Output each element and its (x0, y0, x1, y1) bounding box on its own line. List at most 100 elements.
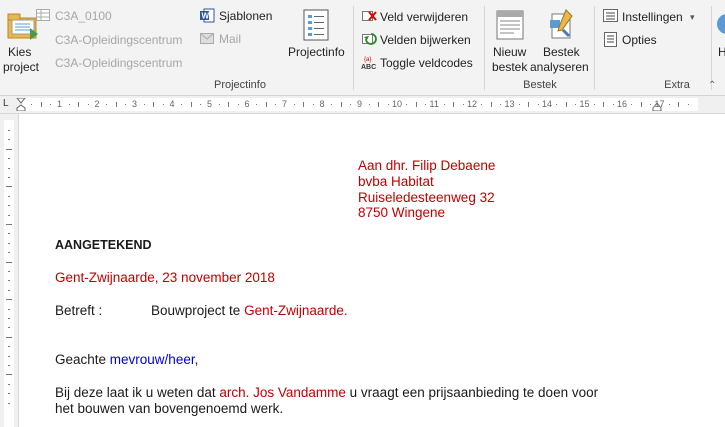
indent-marker-icon[interactable] (16, 98, 26, 111)
vertical-ruler-tick (8, 167, 10, 169)
help-button-label[interactable]: H (718, 45, 725, 60)
ruler-tick (293, 104, 295, 105)
ruler-tick (50, 104, 52, 105)
options-icon (604, 32, 617, 47)
projectinfo-group-label: Projectinfo (214, 79, 266, 91)
ruler-tick (500, 104, 502, 105)
velden-bijwerken-button[interactable]: Velden bijwerken (380, 33, 471, 48)
address-line-4: 8750 Wingene (358, 205, 446, 220)
ruler-tick (350, 104, 352, 105)
ruler-tick (78, 102, 80, 107)
ruler-tick (640, 102, 642, 107)
svg-text:{a}: {a} (364, 57, 371, 63)
vertical-ruler-tick (8, 402, 10, 404)
ruler-tick-label: 13 (504, 99, 515, 109)
ribbon: Kies project C3A_0100 C3A-Opleidingscent… (0, 0, 725, 96)
ruler-tick (125, 104, 127, 105)
toggle-veldcodes-button[interactable]: Toggle veldcodes (380, 56, 473, 71)
document-page[interactable]: Aan dhr. Filip Debaene bvba Habitat Ruis… (19, 114, 725, 427)
betreft-label: Betreft : (55, 303, 103, 318)
greeting-field: mevrouw/heer (109, 352, 195, 367)
vertical-ruler-tick (6, 186, 12, 188)
ruler-tick (518, 104, 520, 105)
separator (484, 6, 485, 90)
ruler-tick (425, 104, 427, 105)
mail-button[interactable]: Mail (219, 32, 241, 47)
refresh-fields-icon (362, 33, 377, 45)
vertical-ruler-tick (8, 233, 10, 235)
place-date: Gent-Zwijnaarde, 23 november 2018 (55, 270, 275, 285)
ruler-tick (490, 102, 492, 107)
ruler-tick (443, 104, 445, 105)
vertical-ruler-tick (8, 355, 10, 357)
kies-label-1: Kies (8, 45, 32, 59)
ruler-tick (87, 104, 89, 105)
projectinfo-label: Projectinfo (288, 45, 345, 59)
opties-button[interactable]: Opties (622, 33, 657, 48)
vertical-ruler-tick (8, 158, 10, 160)
ruler-tick-label: 16 (617, 99, 628, 109)
new-document-icon (496, 10, 524, 40)
ruler-tick (265, 102, 267, 107)
vertical-ruler-tick (8, 318, 10, 319)
ruler-tick-label: 3 (132, 99, 138, 109)
ruler-tick (368, 104, 370, 105)
vertical-ruler-tick (8, 393, 10, 395)
vertical-ruler-tick (8, 195, 10, 197)
vertical-ruler-tick (6, 261, 12, 263)
address-line-1: Aan dhr. Filip Debaene (358, 158, 496, 173)
ruler-tick (378, 102, 380, 107)
svg-text:W: W (202, 12, 210, 21)
settings-icon (603, 9, 618, 22)
ruler-tick (153, 102, 155, 107)
ruler-tick (537, 104, 539, 105)
ruler-tick (603, 102, 605, 107)
field-codes-icon: {a} ABC (361, 57, 376, 70)
vertical-ruler-page-area (4, 120, 14, 427)
ruler-tick (115, 102, 117, 107)
betreft-place-field: Gent-Zwijnaarde. (244, 303, 348, 318)
betreft-line: Bouwproject te Gent-Zwijnaarde. (151, 303, 348, 319)
bestek-group-label: Bestek (523, 79, 557, 91)
vertical-ruler-tick (8, 346, 10, 348)
ruler-tick (143, 104, 145, 105)
ruler-tick-label: 2 (94, 99, 100, 109)
vertical-ruler-tick (8, 242, 10, 244)
body1-a: Bij deze laat ik u weten dat (55, 385, 220, 400)
vertical-ruler[interactable] (0, 114, 19, 427)
ruler-tick-label: 6 (244, 99, 250, 109)
ruler-tick-label: 1 (57, 99, 63, 109)
chevron-down-icon[interactable]: ▾ (690, 10, 695, 25)
sjablonen-button[interactable]: Sjablonen (219, 9, 272, 24)
bestek-label-2: analyseren (530, 60, 589, 74)
ruler-tick-label: 7 (282, 99, 288, 109)
separator (353, 6, 354, 90)
ruler-tick (575, 104, 577, 105)
veld-verwijderen-button[interactable]: Veld verwijderen (380, 10, 468, 25)
ruler-tick (312, 104, 314, 105)
aangetekend-heading: AANGETEKEND (55, 238, 152, 252)
ruler-tick (650, 104, 652, 105)
greeting-suffix: , (194, 352, 199, 367)
ruler-tick-label: 9 (357, 99, 363, 109)
vertical-ruler-tick (8, 205, 10, 207)
bestek-label-1: Bestek (543, 45, 580, 59)
address-line-2: bvba Habitat (358, 174, 434, 189)
project-code-field[interactable]: C3A_0100 (55, 9, 112, 24)
project-name-field[interactable]: C3A-Opleidingscentrum (55, 33, 182, 48)
collapse-ribbon-icon[interactable]: ⌃ (708, 78, 716, 93)
mail-icon (200, 33, 214, 44)
vertical-ruler-tick (6, 299, 12, 301)
tab-stop-icon[interactable]: L (3, 96, 9, 111)
body1-b: u vraagt een prijsaanbieding te doen voo… (345, 385, 599, 400)
ruler-tick (303, 102, 305, 107)
ruler-tick (678, 102, 680, 107)
ruler-tick-label: 17 (654, 99, 665, 109)
vertical-ruler-tick (8, 214, 10, 216)
help-icon (717, 14, 725, 34)
ruler-tick-label: 14 (542, 99, 553, 109)
horizontal-ruler[interactable]: L 1 2 3 4 5 6 7 8 9 10 11 12 13 14 15 16 17 (0, 96, 725, 114)
instellingen-button[interactable]: Instellingen (622, 10, 683, 25)
ruler-tick (340, 102, 342, 107)
project-location-field[interactable]: C3A-Opleidingscentrum (55, 56, 182, 71)
